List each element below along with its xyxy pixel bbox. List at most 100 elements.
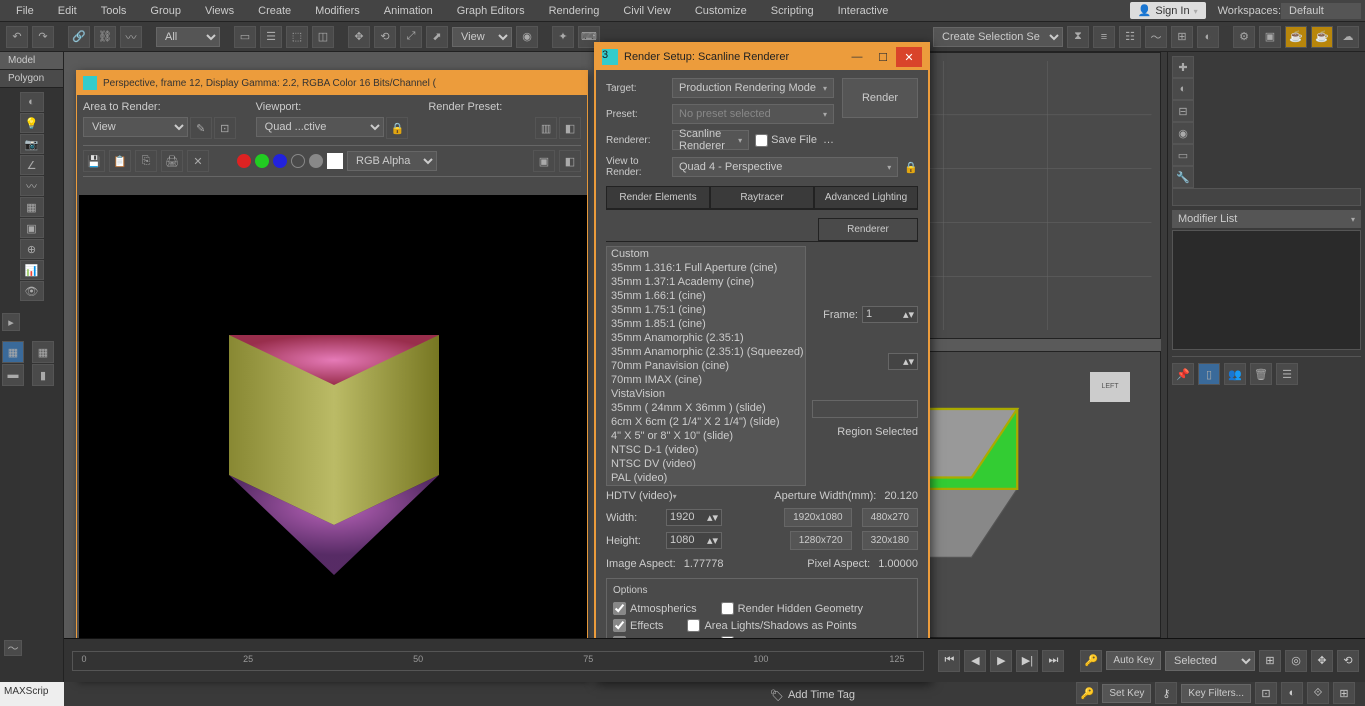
target-dropdown[interactable]: Production Rendering Mode [672,78,834,98]
menu-rendering[interactable]: Rendering [537,2,612,20]
layout-4-button[interactable]: ▮ [32,364,54,386]
modify-tab[interactable]: ◐ [1172,78,1194,100]
render-button[interactable]: Render [842,78,918,118]
preset-dropdown[interactable]: No preset selected [672,104,834,124]
expand-button[interactable]: ▸ [2,313,20,331]
nav-1-button[interactable]: ⊞ [1259,650,1281,672]
frame-spinner[interactable]: 1▴▾ [862,306,918,323]
preset-item[interactable]: 6cm X 6cm (2 1/4" X 2 1/4") (slide) [607,415,805,429]
overlay-a-button[interactable]: ▣ [533,150,555,172]
preset-item[interactable]: 35mm 1.37:1 Academy (cine) [607,275,805,289]
tab-polygon[interactable]: Polygon [0,70,63,88]
align-button[interactable]: ≡ [1093,26,1115,48]
aux-field[interactable] [812,400,918,418]
vp-stats-button[interactable]: 📊 [20,260,44,280]
more-button[interactable]: … [823,134,834,146]
show-result-button[interactable]: ▯ [1198,363,1220,385]
preset-item[interactable]: 35mm Anamorphic (2.35:1) (Squeezed) [607,345,805,359]
object-name-field[interactable] [1172,188,1361,206]
tab-modeling[interactable]: Model [0,52,63,70]
material-button[interactable]: ◐ [1197,26,1219,48]
unique-button[interactable]: 👥 [1224,363,1246,385]
vp-cam-button[interactable]: 📷 [20,134,44,154]
layers-button[interactable]: ☷ [1119,26,1141,48]
preset-item[interactable]: 35mm ( 24mm X 36mm ) (slide) [607,401,805,415]
layout-2-button[interactable]: ▦ [32,341,54,363]
goto-start-button[interactable]: ⏮ [938,650,960,672]
motion-tab[interactable]: ◉ [1172,122,1194,144]
preset-item[interactable]: VistaVision [607,387,805,401]
minimize-button[interactable]: — [844,47,870,67]
nav-7-button[interactable]: ⟐ [1307,682,1329,704]
nav-6-button[interactable]: ◐ [1281,682,1303,704]
vp-shade-button[interactable]: ◐ [20,92,44,112]
menu-file[interactable]: File [4,2,46,20]
namedselection-dropdown[interactable]: Create Selection Se [933,27,1063,47]
keytarget-dropdown[interactable]: Selected [1165,651,1255,671]
tab-renderer[interactable]: Renderer [818,218,918,241]
preset-a-button[interactable]: ▥ [535,117,557,139]
window-crossing-button[interactable]: ◫ [312,26,334,48]
traj-button[interactable]: 〜 [4,640,22,656]
preset-item[interactable]: PAL D-1 (video) [607,485,805,486]
aux-spinner[interactable]: ▴▾ [888,353,918,370]
vp-edge-button[interactable]: ∠ [20,155,44,175]
vp-safe-button[interactable]: ▣ [20,218,44,238]
height-spinner[interactable]: 1080▴▾ [666,532,722,549]
select-button[interactable]: ▭ [234,26,256,48]
area-auto-button[interactable]: ⊡ [214,117,236,139]
preset-item[interactable]: PAL (video) [607,471,805,485]
placement-button[interactable]: ⬈ [426,26,448,48]
bind-button[interactable]: 〰 [120,26,142,48]
selection-filter[interactable]: All [156,27,220,47]
curve-editor-button[interactable]: 〜 [1145,26,1167,48]
menu-interactive[interactable]: Interactive [826,2,901,20]
modifier-list-dropdown[interactable]: Modifier List [1172,210,1361,228]
menu-tools[interactable]: Tools [89,2,139,20]
mono-channel-button[interactable] [309,154,323,168]
swatch-button[interactable] [327,153,343,169]
menu-scripting[interactable]: Scripting [759,2,826,20]
tab-render-elements[interactable]: Render Elements [606,186,710,209]
scale-button[interactable]: ⤢ [400,26,422,48]
maximize-button[interactable]: ☐ [870,47,896,67]
output-size-preset-list[interactable]: Custom 35mm 1.316:1 Full Aperture (cine)… [606,246,806,486]
clear-img-button[interactable]: ✕ [187,150,209,172]
menu-modifiers[interactable]: Modifiers [303,2,372,20]
nav-3-button[interactable]: ✥ [1311,650,1333,672]
create-tab[interactable]: ✚ [1172,56,1194,78]
menu-civilview[interactable]: Civil View [611,2,682,20]
vp-eye-button[interactable]: 👁 [20,281,44,301]
area-render-dropdown[interactable]: View [83,117,188,137]
print-img-button[interactable]: 🖨 [161,150,183,172]
select-region-button[interactable]: ⬚ [286,26,308,48]
mirror-button[interactable]: ⧗ [1067,26,1089,48]
redo-button[interactable]: ↷ [32,26,54,48]
size-1280x720-button[interactable]: 1280x720 [790,531,852,550]
preset-item[interactable]: 35mm 1.75:1 (cine) [607,303,805,317]
play-button[interactable]: ▶ [990,650,1012,672]
preset-item[interactable]: 35mm 1.85:1 (cine) [607,317,805,331]
render-frame-titlebar[interactable]: Perspective, frame 12, Display Gamma: 2.… [77,71,587,95]
menu-edit[interactable]: Edit [46,2,89,20]
renderer-dropdown[interactable]: Scanline Renderer [672,130,749,150]
alpha-channel-button[interactable] [291,154,305,168]
keyfilter-icon-button[interactable]: ⚷ [1155,682,1177,704]
modifier-stack[interactable] [1172,230,1361,350]
key-mode-button[interactable]: 🔑 [1080,650,1102,672]
preset-item[interactable]: NTSC D-1 (video) [607,443,805,457]
close-button[interactable]: ✕ [896,47,922,67]
vp-light-button[interactable]: 💡 [20,113,44,133]
vp-grid-button[interactable]: ▦ [20,197,44,217]
preset-item[interactable]: 4" X 5" or 8" X 10" (slide) [607,429,805,443]
blue-channel-button[interactable] [273,154,287,168]
width-spinner[interactable]: 1920▴▾ [666,509,722,526]
goto-end-button[interactable]: ⏭ [1042,650,1064,672]
vp-lock-button[interactable]: 🔒 [386,117,408,139]
preset-item[interactable]: 70mm Panavision (cine) [607,359,805,373]
vp-wave-button[interactable]: 〰 [20,176,44,196]
unlink-button[interactable]: ⛓ [94,26,116,48]
tab-raytracer[interactable]: Raytracer [710,186,814,209]
menu-create[interactable]: Create [246,2,303,20]
savefile-checkbox[interactable] [755,134,768,147]
